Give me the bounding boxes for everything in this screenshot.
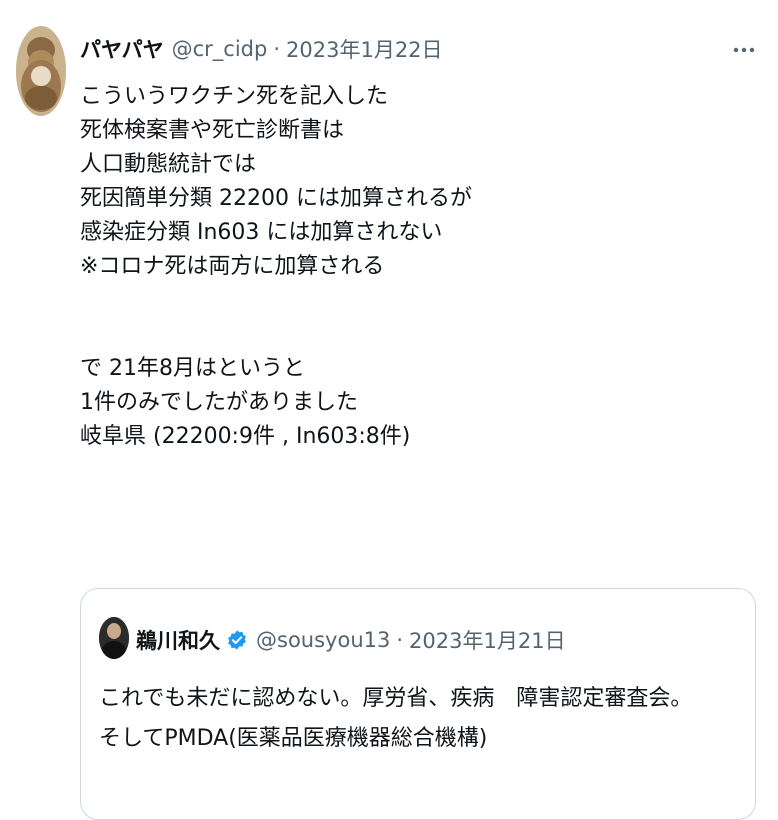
quoted-avatar-image xyxy=(99,617,129,659)
verified-badge-icon xyxy=(228,630,246,650)
tweet-text-line: ※コロナ死は両方に加算される xyxy=(80,254,385,279)
tweet-header: パヤパヤ @cr_cidp · 2023年1月22日 xyxy=(80,32,443,66)
tweet: パヤパヤ @cr_cidp · 2023年1月22日 こういうワクチン死を記入し… xyxy=(0,0,778,820)
tweet-text-line: 1件のみでしたがありました xyxy=(80,390,358,415)
quoted-text-line: これでも未だに認めない。厚労省、疾病 障害認定審査会。 xyxy=(99,686,693,711)
tweet-text-line: 人口動態統計では xyxy=(80,152,257,177)
quoted-avatar[interactable] xyxy=(99,617,129,659)
quoted-meta-separator: · xyxy=(396,628,404,652)
avatar[interactable] xyxy=(16,26,66,116)
tweet-text-line: 死因簡単分類 22200 には加算されるが xyxy=(80,186,472,211)
quoted-header: 鵜川和久 @sousyou13 · 2023年1月21日 xyxy=(136,625,566,655)
tweet-text-line: 感染症分類 In603 には加算されない xyxy=(80,220,443,245)
more-button[interactable] xyxy=(730,38,758,62)
timestamp[interactable]: 2023年1月22日 xyxy=(286,34,443,64)
tweet-text: こういうワクチン死を記入した 死体検案書や死亡診断書は 人口動態統計では 死因簡… xyxy=(80,80,720,454)
tweet-text-line: こういうワクチン死を記入した xyxy=(80,84,389,109)
quoted-timestamp[interactable]: 2023年1月21日 xyxy=(409,625,566,655)
quoted-text-line: そしてPMDA(医薬品医療機器総合機構) xyxy=(99,726,488,751)
meta-separator: · xyxy=(273,37,281,61)
tweet-text-line: 死体検案書や死亡診断書は xyxy=(80,118,345,143)
handle[interactable]: @cr_cidp xyxy=(172,37,268,61)
display-name[interactable]: パヤパヤ xyxy=(80,34,164,64)
avatar-image xyxy=(16,26,66,116)
tweet-text-line: 岐阜県 (22200:9件 , In603:8件) xyxy=(80,424,411,449)
tweet-text-line: で 21年8月はというと xyxy=(80,356,305,381)
quoted-tweet[interactable]: 鵜川和久 @sousyou13 · 2023年1月21日 これでも未だに認めない… xyxy=(80,588,756,820)
quoted-text: これでも未だに認めない。厚労省、疾病 障害認定審査会。 そしてPMDA(医薬品医… xyxy=(99,679,739,759)
quoted-display-name[interactable]: 鵜川和久 xyxy=(136,625,220,655)
quoted-handle[interactable]: @sousyou13 xyxy=(256,628,390,652)
more-horizontal-icon xyxy=(733,47,755,53)
